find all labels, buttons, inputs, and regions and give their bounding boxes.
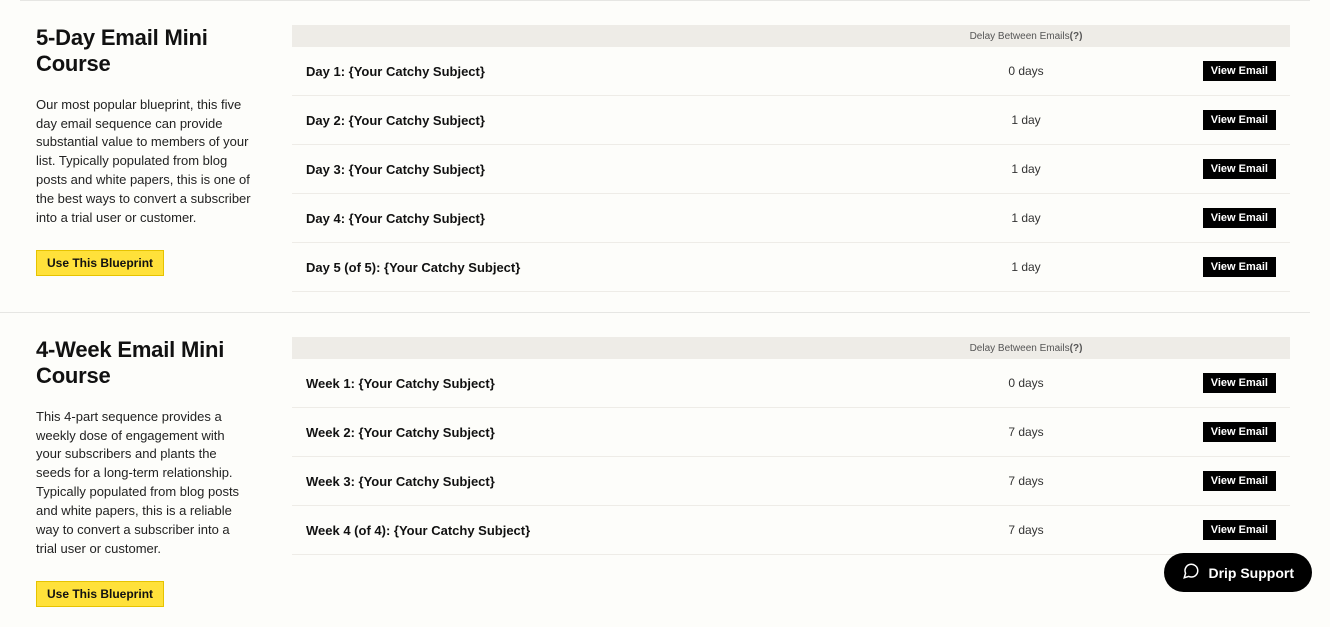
email-subject: Week 3: {Your Catchy Subject} — [306, 474, 876, 489]
help-icon[interactable]: (?) — [1070, 31, 1083, 42]
blueprint-title: 5-Day Email Mini Course — [36, 25, 252, 78]
table-header: Delay Between Emails(?) — [292, 25, 1290, 47]
row-action: View Email — [1176, 373, 1276, 393]
view-email-button[interactable]: View Email — [1203, 208, 1276, 228]
email-delay: 7 days — [876, 523, 1176, 537]
table-row: Day 2: {Your Catchy Subject}1 day View Em… — [292, 96, 1290, 145]
table-header: Delay Between Emails(?) — [292, 337, 1290, 359]
email-delay: 1 day — [876, 260, 1176, 274]
row-action: View Email — [1176, 61, 1276, 81]
use-blueprint-button[interactable]: Use This Blueprint — [36, 581, 164, 607]
row-action: View Email — [1176, 159, 1276, 179]
table-row: Week 3: {Your Catchy Subject}7 days View … — [292, 457, 1290, 506]
blueprint-section: 4-Week Email Mini Course This 4-part sequ… — [0, 313, 1310, 627]
table-row: Day 4: {Your Catchy Subject}1 day View Em… — [292, 194, 1290, 243]
blueprint-info: 4-Week Email Mini Course This 4-part sequ… — [36, 337, 272, 607]
email-subject: Day 3: {Your Catchy Subject} — [306, 162, 876, 177]
email-subject: Week 2: {Your Catchy Subject} — [306, 425, 876, 440]
view-email-button[interactable]: View Email — [1203, 61, 1276, 81]
email-subject: Day 4: {Your Catchy Subject} — [306, 211, 876, 226]
th-delay: Delay Between Emails(?) — [876, 31, 1176, 42]
email-delay: 0 days — [876, 376, 1176, 390]
support-chat-button[interactable]: Drip Support — [1164, 553, 1312, 592]
email-delay: 1 day — [876, 113, 1176, 127]
view-email-button[interactable]: View Email — [1203, 422, 1276, 442]
blueprint-table: Delay Between Emails(?) Week 1: {Your Ca… — [272, 337, 1290, 607]
row-action: View Email — [1176, 422, 1276, 442]
view-email-button[interactable]: View Email — [1203, 110, 1276, 130]
email-delay: 1 day — [876, 162, 1176, 176]
email-subject: Week 1: {Your Catchy Subject} — [306, 376, 876, 391]
view-email-button[interactable]: View Email — [1203, 257, 1276, 277]
view-email-button[interactable]: View Email — [1203, 159, 1276, 179]
use-blueprint-button[interactable]: Use This Blueprint — [36, 250, 164, 276]
view-email-button[interactable]: View Email — [1203, 373, 1276, 393]
email-subject: Day 1: {Your Catchy Subject} — [306, 64, 876, 79]
support-label: Drip Support — [1208, 565, 1294, 581]
row-action: View Email — [1176, 110, 1276, 130]
th-delay: Delay Between Emails(?) — [876, 343, 1176, 354]
blueprint-title: 4-Week Email Mini Course — [36, 337, 252, 390]
email-subject: Day 2: {Your Catchy Subject} — [306, 113, 876, 128]
email-delay: 0 days — [876, 64, 1176, 78]
table-row: Day 5 (of 5): {Your Catchy Subject}1 day… — [292, 243, 1290, 292]
table-row: Day 3: {Your Catchy Subject}1 day View Em… — [292, 145, 1290, 194]
row-action: View Email — [1176, 520, 1276, 540]
delay-header-label: Delay Between Emails — [970, 343, 1070, 354]
row-action: View Email — [1176, 257, 1276, 277]
email-subject: Day 5 (of 5): {Your Catchy Subject} — [306, 260, 876, 275]
view-email-button[interactable]: View Email — [1203, 520, 1276, 540]
delay-header-label: Delay Between Emails — [970, 31, 1070, 42]
chat-icon — [1182, 562, 1200, 583]
blueprint-section: 5-Day Email Mini Course Our most popular … — [0, 1, 1310, 313]
help-icon[interactable]: (?) — [1070, 343, 1083, 354]
table-row: Week 1: {Your Catchy Subject}0 days View … — [292, 359, 1290, 408]
email-delay: 7 days — [876, 474, 1176, 488]
blueprint-table: Delay Between Emails(?) Day 1: {Your Cat… — [272, 25, 1290, 292]
row-action: View Email — [1176, 471, 1276, 491]
email-subject: Week 4 (of 4): {Your Catchy Subject} — [306, 523, 876, 538]
view-email-button[interactable]: View Email — [1203, 471, 1276, 491]
table-row: Week 2: {Your Catchy Subject}7 days View … — [292, 408, 1290, 457]
email-delay: 1 day — [876, 211, 1176, 225]
row-action: View Email — [1176, 208, 1276, 228]
blueprint-info: 5-Day Email Mini Course Our most popular … — [36, 25, 272, 292]
email-delay: 7 days — [876, 425, 1176, 439]
table-row: Day 1: {Your Catchy Subject}0 days View E… — [292, 47, 1290, 96]
blueprint-description: This 4-part sequence provides a weekly d… — [36, 408, 252, 559]
blueprint-description: Our most popular blueprint, this five da… — [36, 96, 252, 228]
table-row: Week 4 (of 4): {Your Catchy Subject}7 da… — [292, 506, 1290, 555]
